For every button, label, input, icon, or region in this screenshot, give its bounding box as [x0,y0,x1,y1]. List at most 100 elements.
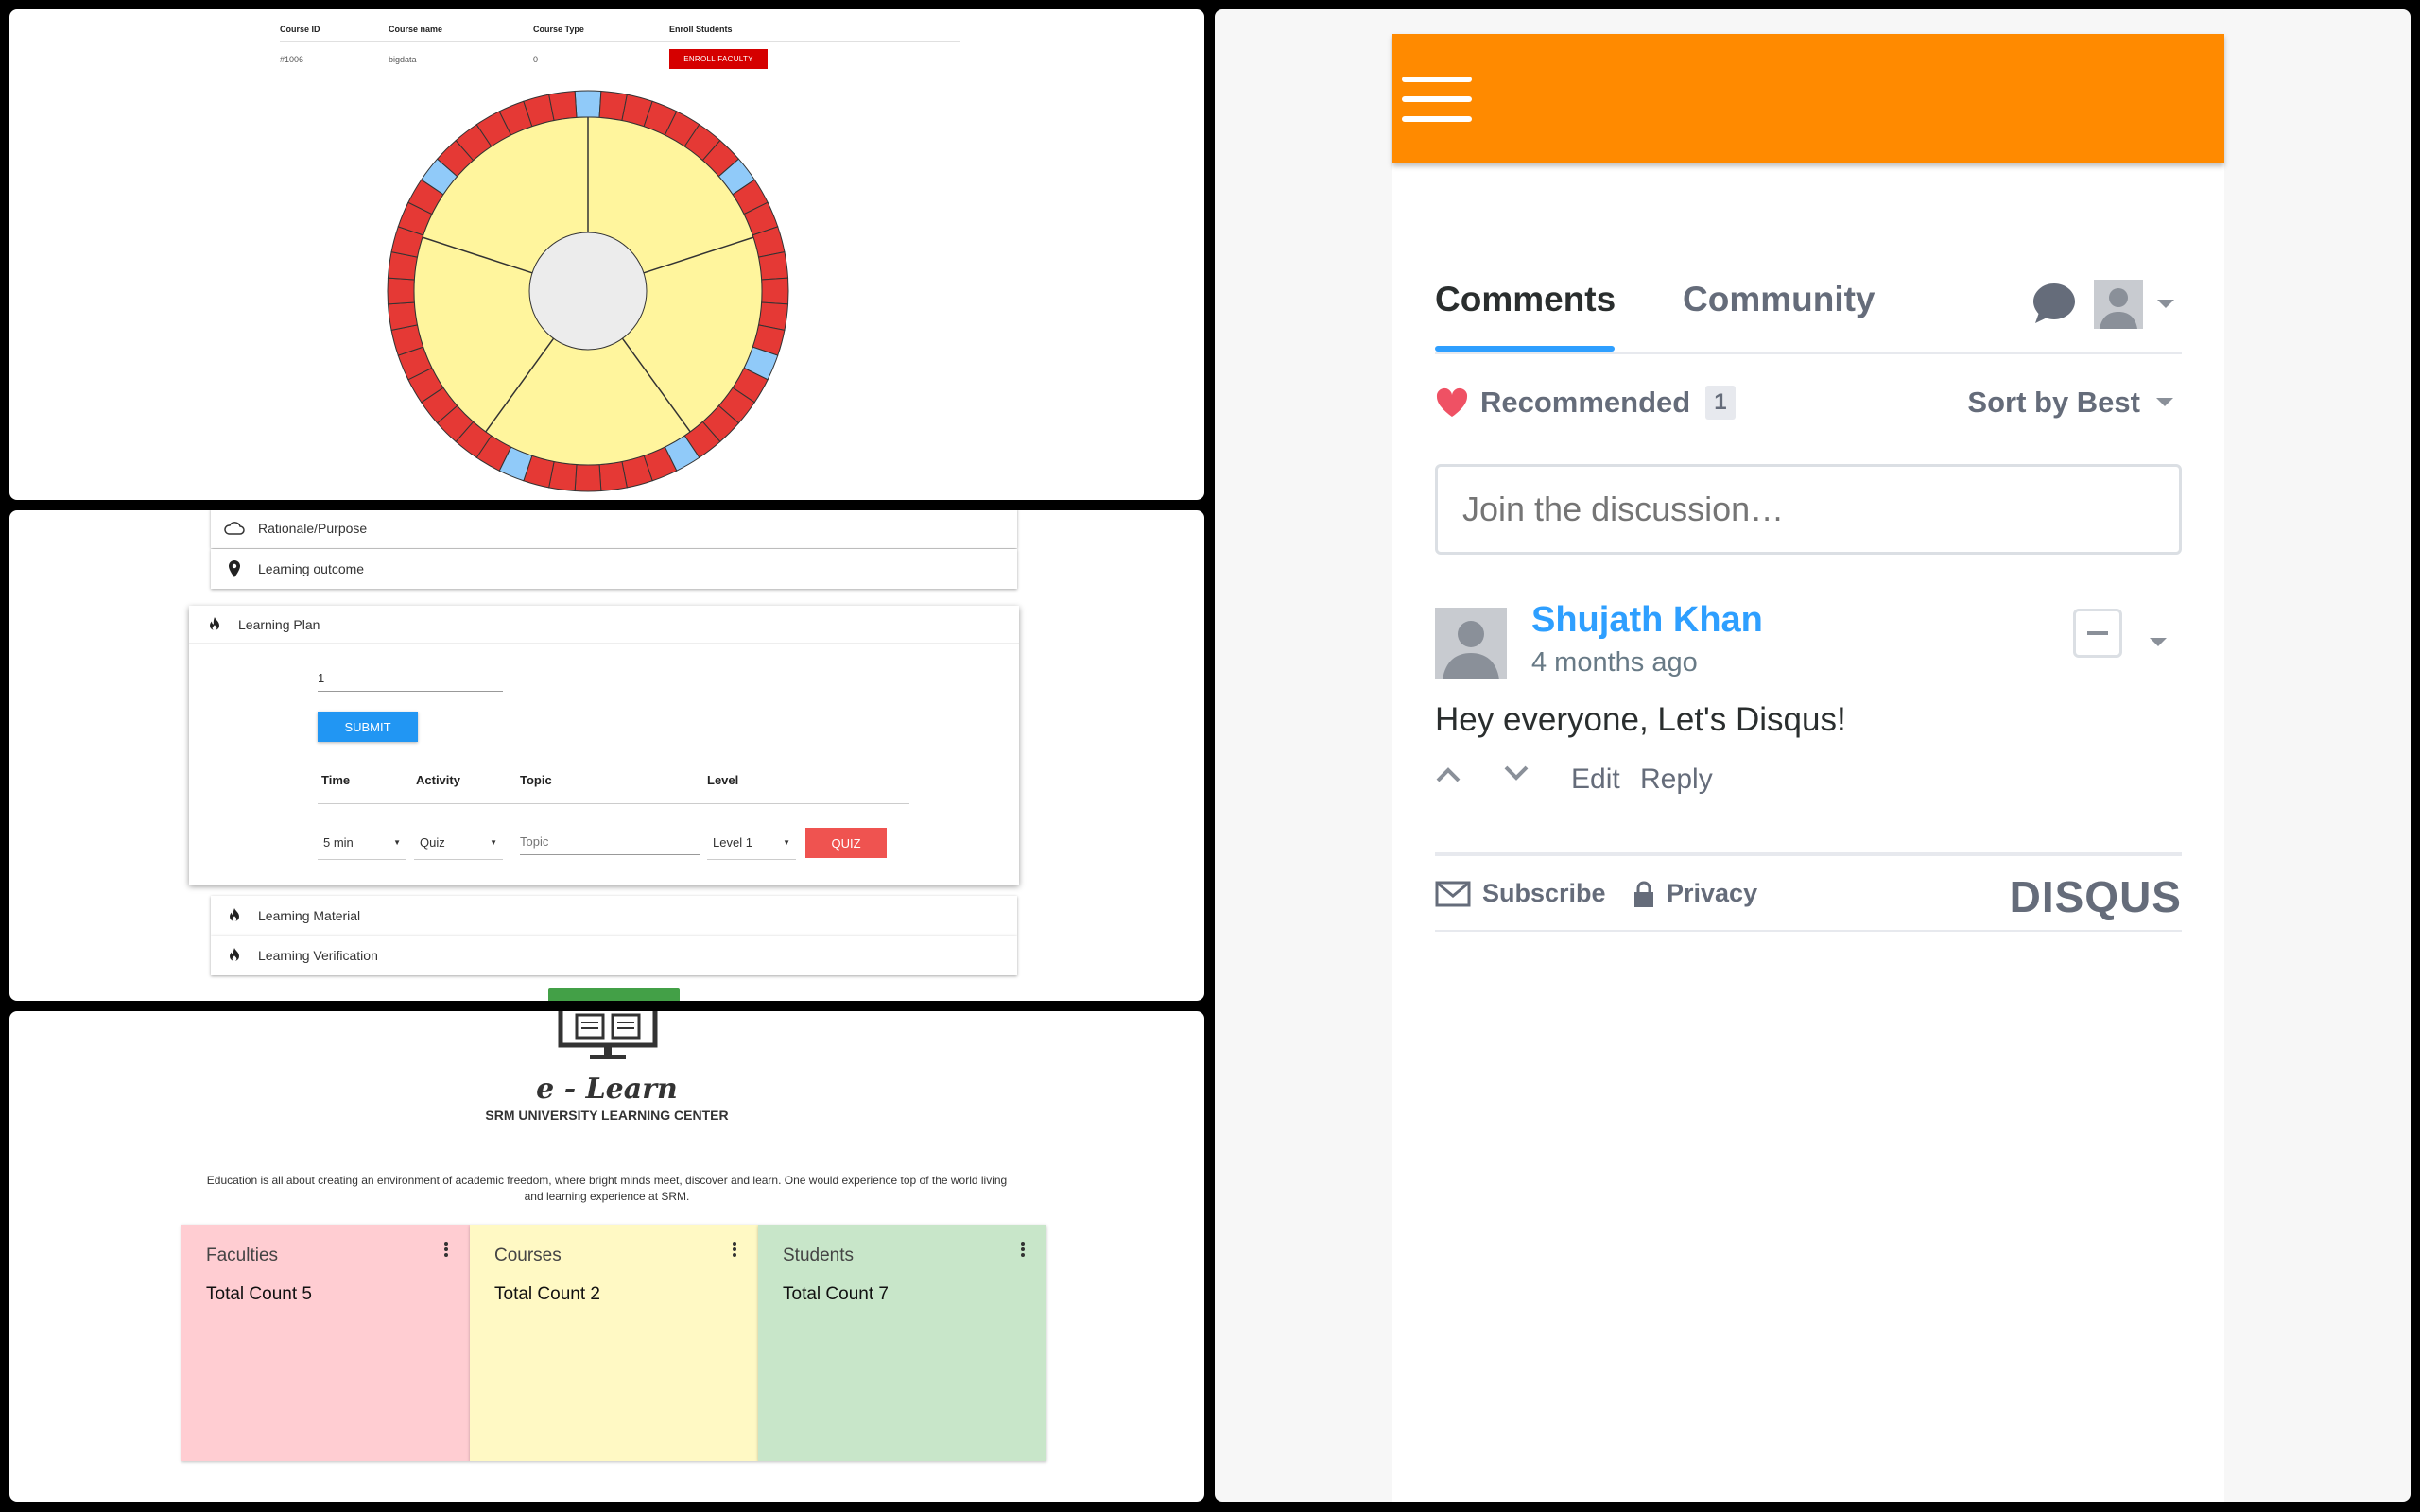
location-pin-icon [224,558,245,579]
learning-plan-title: Learning Plan [238,616,320,632]
submit-button[interactable]: SUBMIT [318,712,418,742]
comment-author[interactable]: Shujath Khan [1531,600,1763,641]
more-vert-icon[interactable] [1020,1242,1026,1257]
wheel-segment[interactable] [574,464,602,492]
card-title: Students [783,1246,854,1265]
caret-down-icon: ▼ [490,838,497,847]
activity-select[interactable]: Quiz ▼ [414,826,503,860]
col-enroll-students: Enroll Students [669,25,733,34]
time-select[interactable]: 5 min ▼ [318,826,406,860]
disqus-panel: Comments Community Recommended 1 Sort by… [1215,9,2411,1502]
level-select-value: Level 1 [713,835,752,850]
comment-time[interactable]: 4 months ago [1531,647,1698,679]
chevron-down-icon [2156,398,2173,406]
col-topic: Topic [520,773,552,787]
final-submit-button[interactable] [548,988,680,1001]
tab-comments[interactable]: Comments [1435,280,1616,319]
learning-plan-header[interactable]: Learning Plan [189,606,1019,644]
privacy-link[interactable]: Privacy [1633,879,1757,908]
wheel-segment[interactable] [387,301,419,331]
col-time: Time [321,773,351,787]
fire-icon [224,905,245,926]
chevron-down-icon[interactable] [2149,637,2168,648]
subscribe-label: Subscribe [1482,879,1606,907]
table-divider [318,803,909,804]
accordion-label: Rationale/Purpose [258,521,368,536]
hamburger-menu-icon[interactable] [1402,77,1472,122]
collapse-button[interactable] [2073,609,2122,658]
col-course-name: Course name [389,25,443,34]
card-title: Courses [494,1246,562,1265]
tab-community[interactable]: Community [1683,280,1876,319]
heart-icon [1436,387,1468,417]
students-card[interactable]: Students Total Count 7 [758,1225,1046,1461]
downvote-icon[interactable] [1503,765,1530,782]
col-activity: Activity [416,773,460,787]
join-discussion-input[interactable] [1435,464,2182,555]
col-course-id: Course ID [280,25,320,34]
wheel-segment[interactable] [757,251,789,281]
accordion-rationale[interactable]: Rationale/Purpose [211,510,1017,548]
card-title: Faculties [206,1246,279,1265]
logo-subtitle: SRM UNIVERSITY LEARNING CENTER [485,1108,729,1123]
card-count: Total Count 7 [783,1284,889,1304]
wheel-segment[interactable] [387,277,415,305]
plan-count-input[interactable] [318,665,503,692]
more-vert-icon[interactable] [443,1242,449,1257]
monitor-book-icon [558,1011,658,1059]
caret-down-icon: ▼ [393,838,401,847]
topic-input[interactable] [520,829,700,855]
time-select-value: 5 min [323,835,354,850]
subscribe-link[interactable]: Subscribe [1435,879,1606,908]
fire-icon [204,614,225,635]
wheel-segment[interactable] [574,90,602,118]
comment-text: Hey everyone, Let's Disqus! [1435,701,1846,738]
privacy-label: Privacy [1667,879,1758,907]
chevron-down-icon[interactable] [2156,299,2175,310]
footer-divider-top [1435,852,2182,856]
cell-course-type: 0 [533,55,539,64]
quiz-button[interactable]: QUIZ [805,828,887,858]
wheel-segment[interactable] [548,90,578,122]
footer-divider-bottom [1435,930,2182,932]
card-count: Total Count 2 [494,1284,600,1304]
description-line-2: and learning experience at SRM. [524,1190,690,1203]
wheel-segment[interactable] [598,460,628,492]
sort-dropdown[interactable]: Sort by Best [1967,386,2174,420]
courses-card[interactable]: Courses Total Count 2 [470,1225,758,1461]
accordion-label: Learning Material [258,908,361,923]
card-count: Total Count 5 [206,1284,312,1304]
cell-course-id: #1006 [280,55,304,64]
minus-icon [2087,631,2108,635]
chat-bubble-icon[interactable] [2030,280,2079,329]
disqus-logo[interactable]: DISQUS [1983,871,2182,922]
learning-plan-panel: Rationale/Purpose Learning outcome Learn… [9,510,1204,1001]
enroll-faculty-button[interactable]: ENROLL FACULTY [669,49,768,69]
accordion-learning-material[interactable]: Learning Material [211,896,1017,936]
col-course-type: Course Type [533,25,584,34]
recommend-button[interactable]: Recommended 1 [1435,386,1736,420]
logo-text: e - Learn [536,1073,678,1106]
description-line-1: Education is all about creating an envir… [206,1174,1008,1187]
upvote-icon[interactable] [1435,765,1461,782]
accordion-label: Learning outcome [258,561,365,576]
lock-icon [1634,881,1653,907]
reply-link[interactable]: Reply [1640,764,1713,796]
top-app-bar [1392,34,2224,163]
user-avatar-icon[interactable] [2094,280,2143,329]
avatar[interactable] [1435,608,1507,679]
more-vert-icon[interactable] [732,1242,737,1257]
accordion-label: Learning Verification [258,948,378,963]
schedule-wheel [387,90,789,492]
edit-link[interactable]: Edit [1571,764,1620,796]
table-divider [280,41,960,42]
learning-plan-card: Learning Plan SUBMIT Time Activity Topic… [189,606,1019,885]
wheel-segment[interactable] [761,277,789,305]
accordion-learning-outcome[interactable]: Learning outcome [211,549,1017,589]
wheel-center [528,232,648,351]
course-panel: Course ID Course name Course Type Enroll… [9,9,1204,500]
faculties-card[interactable]: Faculties Total Count 5 [182,1225,470,1461]
level-select[interactable]: Level 1 ▼ [707,826,796,860]
accordion-learning-verification[interactable]: Learning Verification [211,936,1017,975]
sort-label: Sort by Best [1967,386,2140,419]
